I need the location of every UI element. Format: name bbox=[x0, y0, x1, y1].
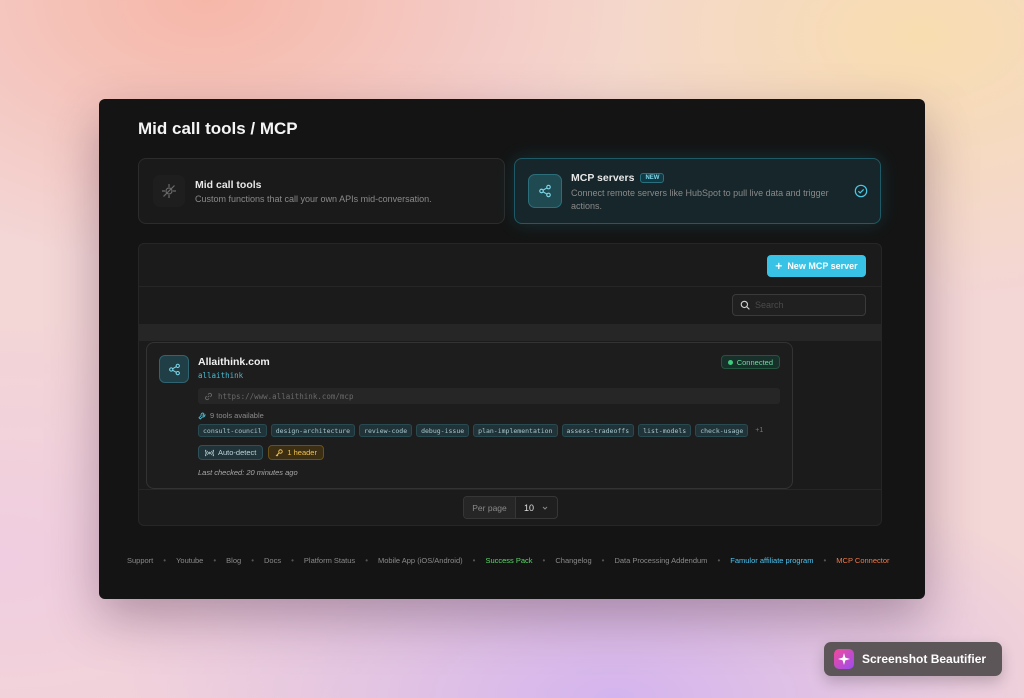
server-url-text: https://www.allaithink.com/mcp bbox=[218, 391, 354, 401]
link-icon bbox=[205, 392, 212, 400]
footer-separator: • bbox=[365, 556, 368, 565]
footer-separator: • bbox=[601, 556, 605, 565]
footer: Support • Youtube • Blog • Docs • Platform S… bbox=[127, 556, 890, 565]
network-off-icon bbox=[153, 175, 185, 207]
tools-count-text: 9 tools available bbox=[210, 411, 264, 420]
tool-tag: design-architecture bbox=[270, 424, 356, 437]
footer-separator: • bbox=[163, 556, 167, 565]
auto-detect-label: Auto-detect bbox=[218, 448, 257, 457]
table-header bbox=[139, 324, 881, 341]
footer-link-success-pack[interactable]: Success Pack bbox=[485, 556, 532, 565]
option-description: Connect remote servers like HubSpot to p… bbox=[571, 188, 829, 211]
footer-separator: • bbox=[291, 556, 294, 565]
server-url: https://www.allaithink.com/mcp bbox=[198, 388, 780, 404]
per-page-select[interactable]: Per page 10 bbox=[463, 496, 558, 519]
tool-tag: assess-tradeoffs bbox=[561, 424, 635, 437]
servers-panel: + New MCP server Allaithink.com allaithi… bbox=[138, 243, 882, 526]
footer-link-support[interactable]: Support bbox=[127, 556, 153, 565]
divider bbox=[139, 489, 881, 490]
app-window: Mid call tools / MCP Mid call tools Cust… bbox=[99, 99, 925, 599]
search-input[interactable] bbox=[755, 300, 855, 310]
option-description: Custom functions that call your own APIs… bbox=[195, 194, 432, 204]
chevron-down-icon bbox=[542, 506, 548, 510]
tool-tags: consult-council design-architecture revi… bbox=[198, 424, 763, 437]
page-title: Mid call tools / MCP bbox=[138, 119, 298, 138]
footer-separator: • bbox=[823, 556, 827, 565]
option-mid-call-tools[interactable]: Mid call tools Custom functions that cal… bbox=[138, 158, 505, 224]
wrench-icon bbox=[198, 412, 206, 420]
option-mcp-servers[interactable]: MCP servers NEW Connect remote servers li… bbox=[514, 158, 881, 224]
header-chip[interactable]: 1 header bbox=[268, 445, 324, 460]
tool-tag: review-code bbox=[359, 424, 413, 437]
footer-link-mcp-connector[interactable]: MCP Connector bbox=[836, 556, 889, 565]
auto-detect-chip[interactable]: Auto-detect bbox=[198, 445, 264, 460]
footer-link-youtube[interactable]: Youtube bbox=[176, 556, 203, 565]
tool-tag: check-usage bbox=[695, 424, 749, 437]
tool-tag: list-models bbox=[638, 424, 692, 437]
footer-link-data-processing[interactable]: Data Processing Addendum bbox=[614, 556, 707, 565]
footer-link-changelog[interactable]: Changelog bbox=[555, 556, 591, 565]
search-box[interactable] bbox=[732, 294, 866, 316]
tool-tag: consult-council bbox=[198, 424, 267, 437]
server-card[interactable]: Allaithink.com allaithink Connected http… bbox=[146, 342, 793, 489]
last-checked: Last checked: 20 minutes ago bbox=[198, 468, 298, 477]
tools-more[interactable]: +1 bbox=[755, 427, 763, 434]
option-title: Mid call tools bbox=[195, 179, 262, 191]
footer-separator: • bbox=[213, 556, 217, 565]
share-icon bbox=[528, 174, 562, 208]
screenshot-beautifier-badge[interactable]: Screenshot Beautifier bbox=[824, 642, 1002, 676]
footer-link-blog[interactable]: Blog bbox=[226, 556, 241, 565]
footer-separator: • bbox=[251, 556, 254, 565]
per-page-value[interactable]: 10 bbox=[516, 503, 557, 513]
footer-separator: • bbox=[472, 556, 476, 565]
status-label: Connected bbox=[736, 357, 773, 367]
status-badge: Connected bbox=[720, 355, 780, 369]
key-icon bbox=[276, 448, 284, 456]
new-mcp-server-label: New MCP server bbox=[787, 261, 858, 271]
tool-tag: plan-implementation bbox=[473, 424, 558, 437]
server-chips: Auto-detect 1 header bbox=[198, 445, 324, 460]
footer-separator: • bbox=[717, 556, 721, 565]
footer-separator: • bbox=[542, 556, 546, 565]
search-icon bbox=[740, 300, 750, 310]
tools-count: 9 tools available bbox=[198, 411, 264, 420]
option-title-text: MCP servers bbox=[571, 172, 635, 184]
new-mcp-server-button[interactable]: + New MCP server bbox=[767, 255, 866, 277]
plus-icon: + bbox=[775, 259, 783, 273]
server-name: Allaithink.com bbox=[198, 356, 270, 368]
footer-link-docs[interactable]: Docs bbox=[264, 556, 281, 565]
header-label: 1 header bbox=[287, 448, 317, 457]
footer-link-platform-status[interactable]: Platform Status bbox=[304, 556, 355, 565]
option-title: MCP servers NEW bbox=[571, 172, 665, 184]
screenshot-beautifier-label: Screenshot Beautifier bbox=[862, 652, 987, 666]
footer-link-mobile-app[interactable]: Mobile App (iOS/Android) bbox=[378, 556, 463, 565]
per-page-value-text: 10 bbox=[524, 502, 535, 513]
share-icon bbox=[159, 355, 189, 383]
server-slug: allaithink bbox=[198, 371, 244, 380]
new-badge: NEW bbox=[640, 173, 665, 184]
per-page-label: Per page bbox=[464, 497, 516, 518]
divider bbox=[139, 286, 881, 287]
check-circle-icon bbox=[854, 184, 868, 198]
signal-icon bbox=[205, 449, 214, 456]
sparkle-icon bbox=[834, 649, 854, 669]
tool-tag: debug-issue bbox=[416, 424, 470, 437]
footer-link-affiliate[interactable]: Famulor affiliate program bbox=[730, 556, 813, 565]
status-dot-icon bbox=[727, 359, 733, 365]
